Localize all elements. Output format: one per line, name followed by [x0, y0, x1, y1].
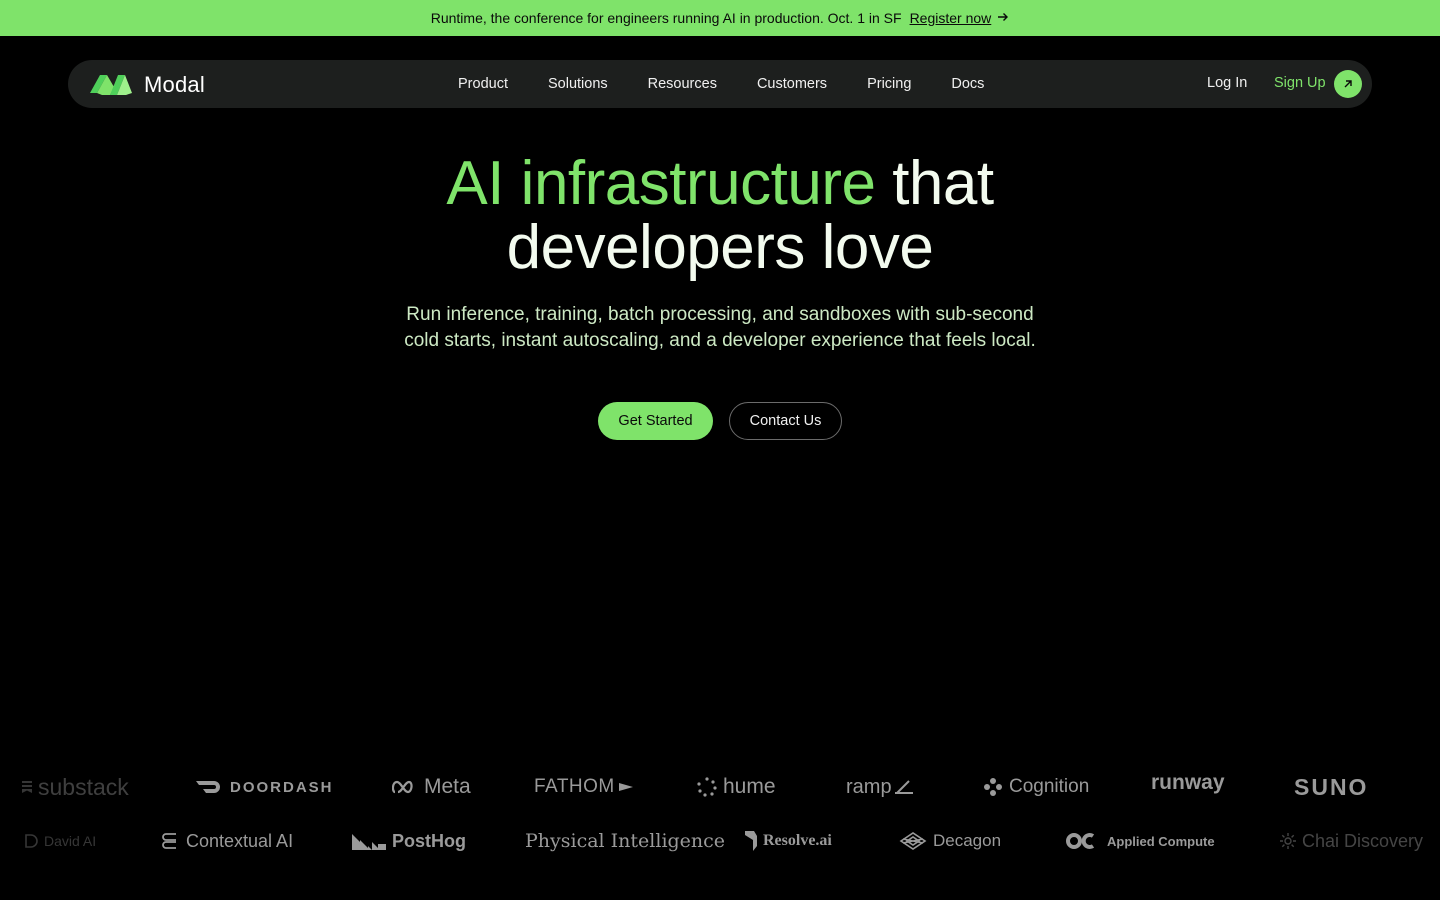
- login-link[interactable]: Log In: [1207, 75, 1247, 91]
- contact-us-button[interactable]: Contact Us: [729, 402, 842, 440]
- hume-icon: [697, 777, 717, 797]
- nav-link-product[interactable]: Product: [458, 76, 508, 92]
- register-link[interactable]: Register now: [910, 10, 992, 26]
- logo-resolve-ai: Resolve.ai: [745, 821, 832, 861]
- customer-logos-row-2: David AI Contextual AI PostHog Physical …: [0, 821, 1440, 861]
- decagon-icon: [899, 831, 927, 851]
- logo-meta: Meta: [392, 767, 471, 807]
- nav-link-customers[interactable]: Customers: [757, 76, 827, 92]
- nav-links: Product Solutions Resources Customers Pr…: [458, 60, 1024, 108]
- announcement-bar: Runtime, the conference for engineers ru…: [0, 0, 1440, 36]
- nav-link-solutions[interactable]: Solutions: [548, 76, 608, 92]
- hero-title-line2: developers love: [506, 213, 934, 282]
- logo-substack: substack: [22, 767, 129, 807]
- announcement-text: Runtime, the conference for engineers ru…: [430, 10, 902, 26]
- nav-link-pricing[interactable]: Pricing: [867, 76, 911, 92]
- logo-applied-compute: Applied Compute: [1065, 821, 1215, 861]
- brand-logo[interactable]: Modal: [90, 72, 205, 98]
- arrow-right-icon[interactable]: [997, 10, 1009, 26]
- logo-runway: runway: [1151, 771, 1225, 794]
- doordash-icon: [196, 780, 224, 794]
- cognition-icon: [983, 777, 1003, 797]
- logo-physical-intelligence: Physical Intelligence: [525, 830, 726, 852]
- logo-posthog: PostHog: [352, 821, 466, 861]
- nav-link-docs[interactable]: Docs: [951, 76, 984, 92]
- logo-ramp: ramp: [846, 767, 919, 807]
- hero-title-highlight: AI infrastructure: [446, 149, 876, 218]
- arrow-up-right-icon[interactable]: [1334, 70, 1362, 98]
- hero-subtitle: Run inference, training, batch processin…: [404, 304, 1036, 351]
- logo-fathom: FATHOM: [534, 767, 639, 807]
- david-ai-icon: [24, 834, 38, 848]
- customer-logos-row-1: substack DOORDASH Meta FATHOM hume ramp …: [0, 767, 1440, 807]
- contextual-ai-icon: [160, 831, 180, 851]
- logo-david-ai: David AI: [24, 821, 96, 861]
- logo-doordash: DOORDASH: [196, 767, 334, 807]
- logo-hume: hume: [697, 767, 776, 807]
- logo-contextual-ai: Contextual AI: [160, 821, 293, 861]
- logo-decagon: Decagon: [899, 821, 1001, 861]
- signup-link[interactable]: Sign Up: [1274, 75, 1326, 91]
- substack-icon: [22, 781, 32, 793]
- fathom-icon: [618, 781, 633, 793]
- logo-suno: SUNO: [1294, 773, 1369, 800]
- posthog-icon: [352, 832, 386, 850]
- resolve-ai-icon: [745, 831, 757, 851]
- hero-title: AI infrastructure that developers love: [320, 152, 1120, 280]
- get-started-button[interactable]: Get Started: [598, 402, 713, 440]
- modal-logo-icon: [90, 75, 132, 95]
- logo-chai-discovery: Chai Discovery: [1280, 821, 1423, 861]
- ramp-icon: [894, 779, 913, 795]
- applied-compute-icon: [1065, 832, 1097, 850]
- logo-cognition: Cognition: [983, 767, 1089, 807]
- chai-discovery-icon: [1280, 833, 1296, 849]
- brand-name: Modal: [144, 72, 205, 97]
- meta-icon: [392, 780, 418, 794]
- nav-link-resources[interactable]: Resources: [648, 76, 717, 92]
- main-nav: Modal Product Solutions Resources Custom…: [68, 60, 1372, 108]
- hero-title-rest: that: [892, 149, 994, 218]
